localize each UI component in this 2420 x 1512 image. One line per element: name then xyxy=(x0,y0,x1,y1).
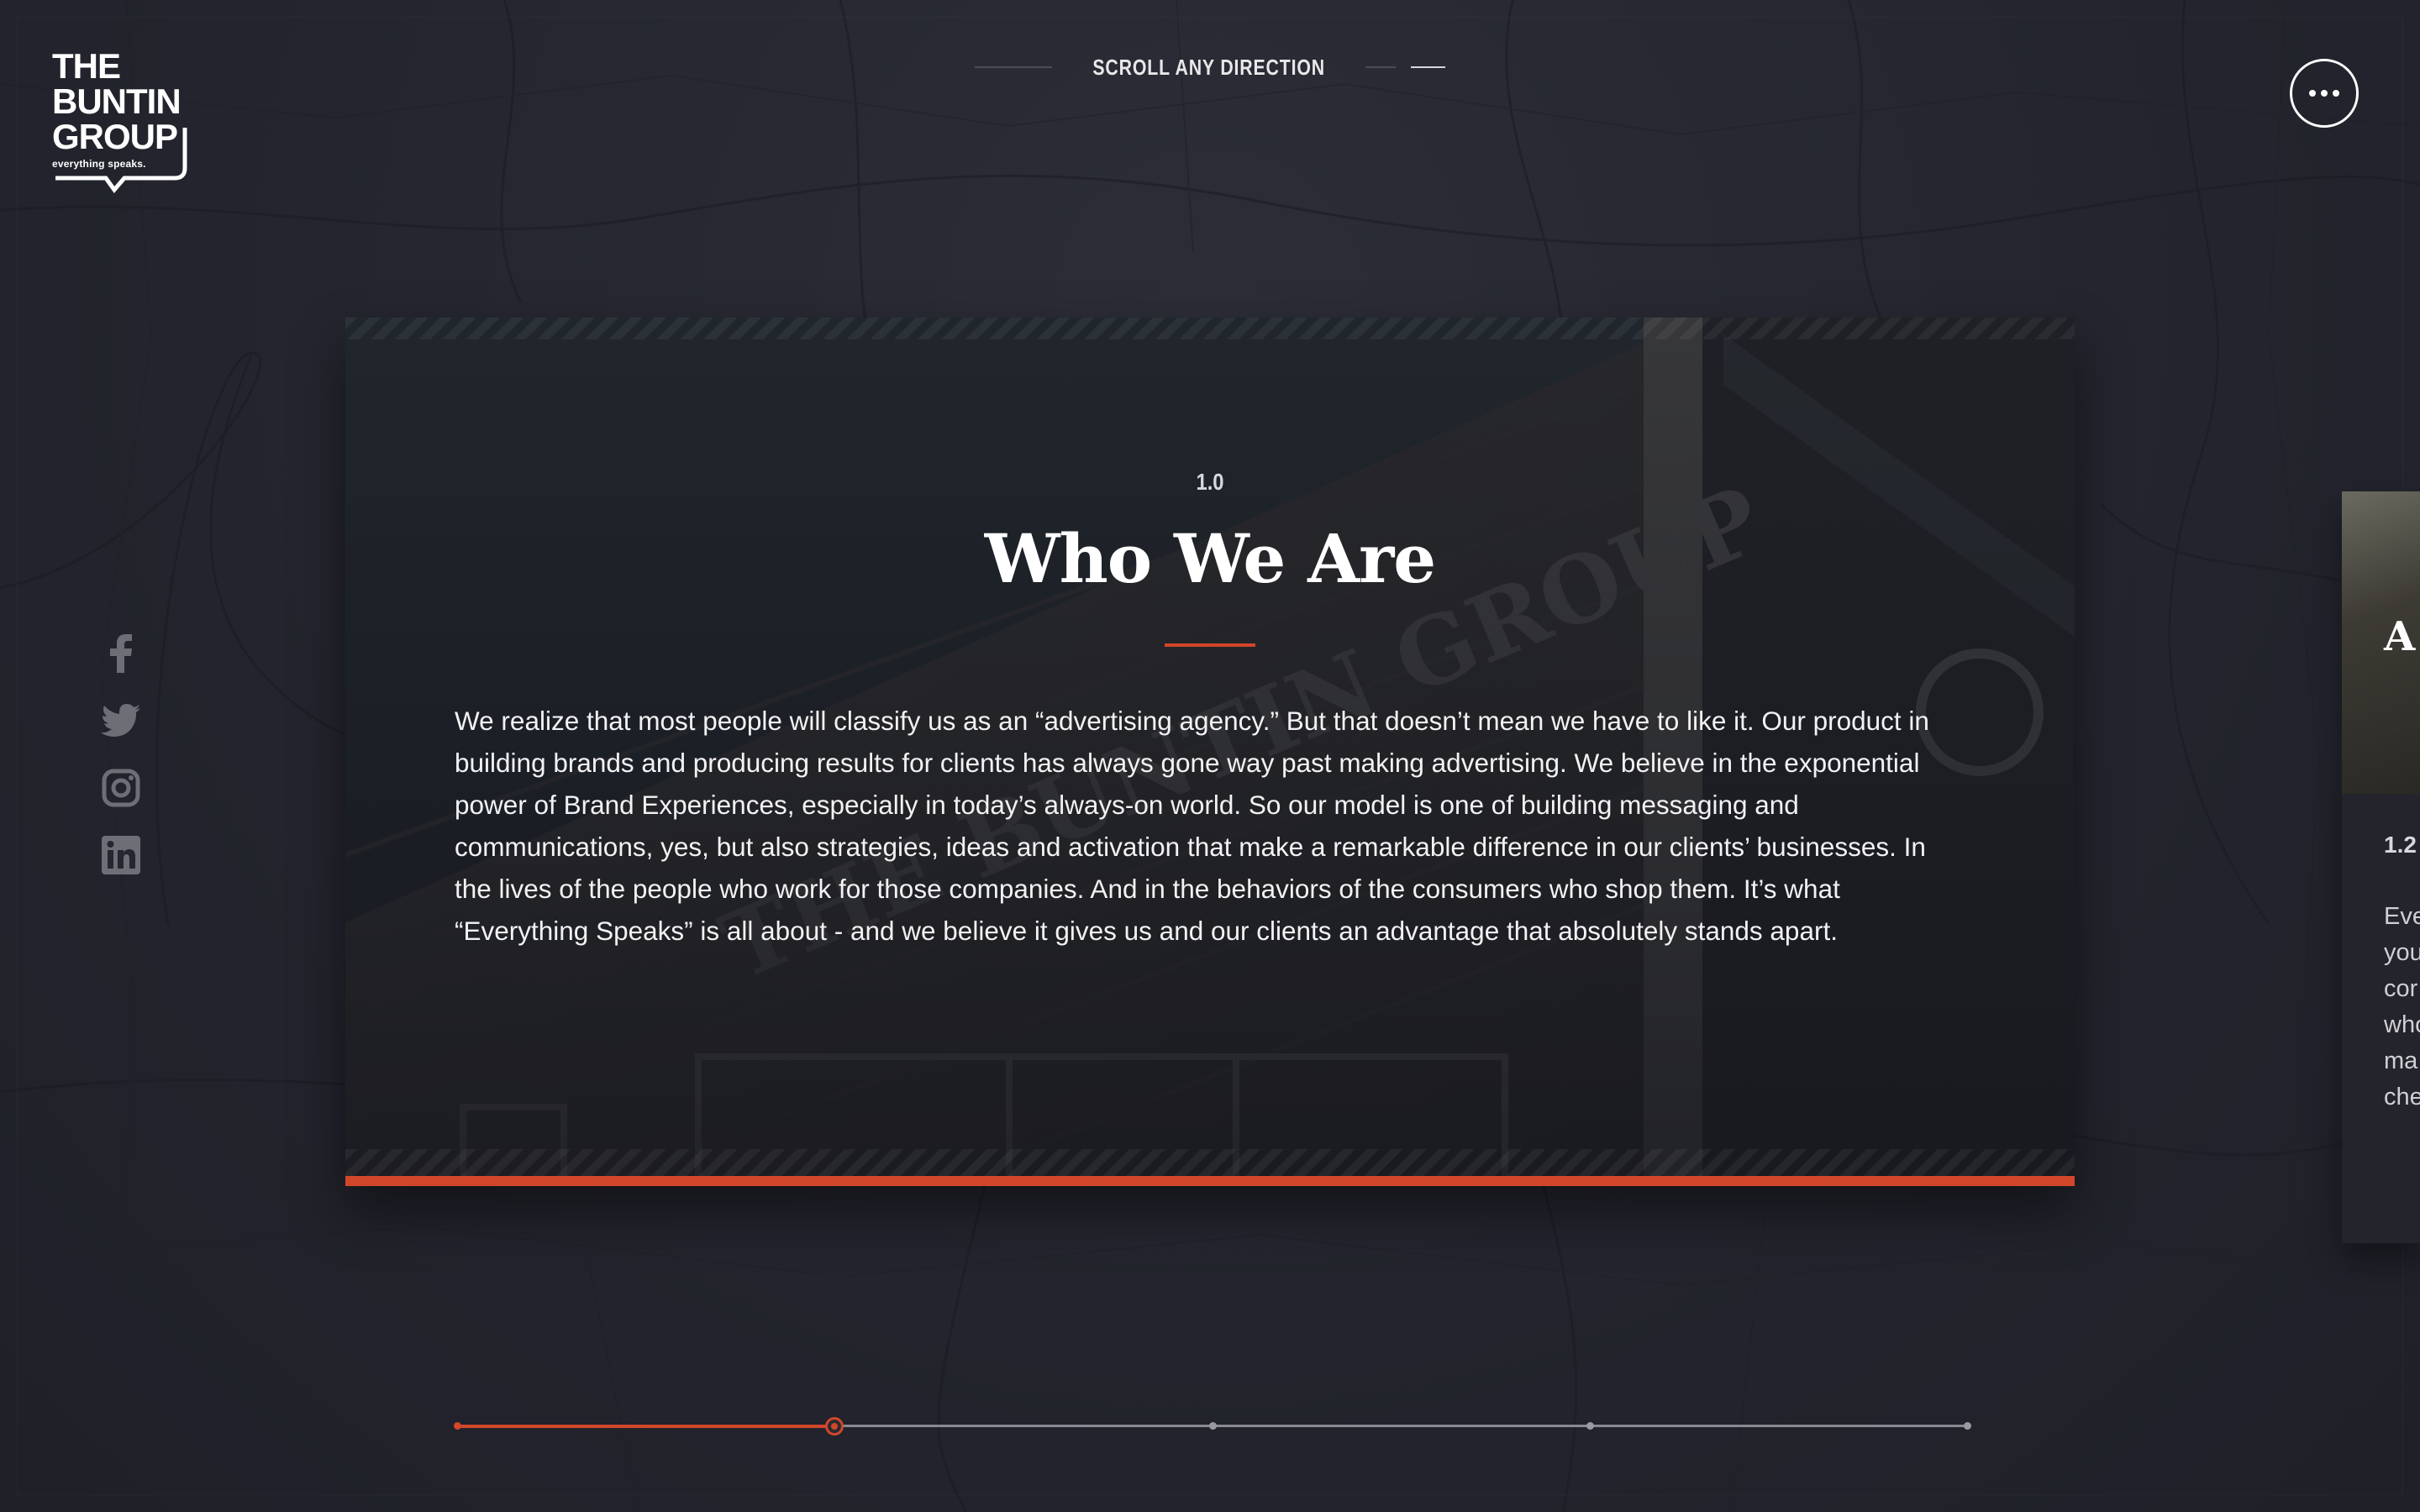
instagram-icon xyxy=(102,769,140,807)
section-progress xyxy=(454,1411,1971,1441)
facebook-icon xyxy=(110,634,132,673)
next-section-number: 1.2 xyxy=(2384,832,2417,858)
scroll-hint-rule-left xyxy=(975,66,1053,68)
progress-fill xyxy=(457,1425,835,1428)
section-number: 1.0 xyxy=(1196,469,1224,495)
next-section-body: Eve you cor who ma che xyxy=(2384,903,2420,1110)
linkedin-link[interactable] xyxy=(99,833,143,877)
next-section-title: A xyxy=(2384,613,2416,660)
scroll-hint-rule-right xyxy=(1365,66,1396,68)
logo-line-2: BUNTIN xyxy=(52,81,182,121)
twitter-icon xyxy=(101,704,140,737)
section-title: Who We Are xyxy=(984,519,1436,598)
menu-button[interactable] xyxy=(2290,59,2359,128)
title-underline xyxy=(1165,643,1255,647)
progress-step[interactable] xyxy=(1586,1422,1594,1430)
progress-step[interactable] xyxy=(1964,1422,1971,1430)
more-dots-icon xyxy=(2321,90,2328,97)
next-section-card[interactable]: A 1.2 Eve you cor who ma che xyxy=(2342,491,2420,1243)
page: THE BUNTIN GROUP everything speaks. SCRO… xyxy=(0,0,2420,1512)
instagram-link[interactable] xyxy=(99,766,143,810)
scroll-hint-label: SCROLL ANY DIRECTION xyxy=(1092,54,1326,80)
buntin-group-logo[interactable]: THE BUNTIN GROUP everything speaks. xyxy=(52,49,195,200)
twitter-link[interactable] xyxy=(99,699,143,743)
progress-step[interactable] xyxy=(1208,1422,1217,1430)
section-body: We realize that most people will classif… xyxy=(455,706,1929,946)
more-dots-icon xyxy=(2333,90,2339,97)
linkedin-icon xyxy=(102,836,140,874)
progress-step[interactable] xyxy=(454,1422,461,1430)
scroll-hint-rule-right-active xyxy=(1410,66,1445,68)
card-accent-bar xyxy=(345,1176,2075,1186)
who-we-are-card: THE BUNTIN GROUP 1.0 Who We Are We reali… xyxy=(345,318,2075,1186)
logo-line-1: THE xyxy=(52,46,121,86)
logo-speech-bubble-icon xyxy=(55,128,187,194)
more-dots-icon xyxy=(2309,90,2316,97)
facebook-link[interactable] xyxy=(99,632,143,675)
progress-step[interactable] xyxy=(825,1417,844,1436)
social-links xyxy=(99,632,143,900)
scroll-hint: SCROLL ANY DIRECTION xyxy=(975,52,1445,82)
